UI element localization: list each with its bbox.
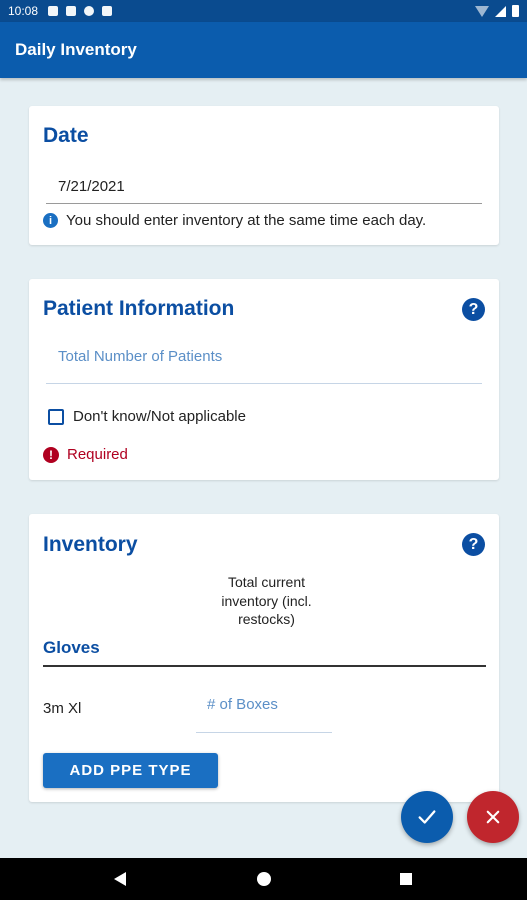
date-card: Date 7/21/2021 i You should enter invent… xyxy=(29,106,499,245)
help-icon[interactable]: ? xyxy=(462,298,485,321)
box-count-underline xyxy=(196,732,332,733)
date-field-underline xyxy=(46,203,482,204)
status-icons xyxy=(475,5,519,17)
status-bar: 10:08 xyxy=(0,0,527,22)
signal-icon xyxy=(495,5,506,17)
inventory-item-name: 3m Xl xyxy=(43,700,82,717)
inventory-card-title: Inventory xyxy=(43,533,138,556)
required-message: ! Required xyxy=(43,446,128,463)
date-info-text: You should enter inventory at the same t… xyxy=(66,212,427,229)
date-info-row: i You should enter inventory at the same… xyxy=(43,212,426,229)
required-text: Required xyxy=(67,446,128,463)
not-applicable-row[interactable]: Don't know/Not applicable xyxy=(48,408,246,425)
not-applicable-checkbox[interactable] xyxy=(48,408,64,425)
patient-card-title: Patient Information xyxy=(43,297,235,320)
total-patients-input[interactable]: Total Number of Patients xyxy=(58,348,222,365)
system-nav-bar xyxy=(0,858,527,900)
notification-icon xyxy=(84,6,95,16)
date-card-title: Date xyxy=(43,124,89,147)
back-icon[interactable] xyxy=(114,872,126,886)
section-divider xyxy=(43,665,486,667)
app-bar: Daily Inventory xyxy=(0,22,527,78)
recents-icon[interactable] xyxy=(400,873,412,885)
cancel-button[interactable] xyxy=(467,791,519,843)
error-icon: ! xyxy=(43,446,59,463)
wifi-icon xyxy=(475,5,489,17)
help-icon[interactable]: ? xyxy=(462,533,485,556)
inventory-column-header: Total current inventory (incl. restocks) xyxy=(221,574,312,627)
close-icon xyxy=(486,810,500,824)
add-ppe-type-button[interactable]: ADD PPE TYPE xyxy=(43,753,218,788)
battery-icon xyxy=(512,5,519,17)
notification-icon xyxy=(66,6,77,16)
sd-card-icon xyxy=(102,6,113,16)
date-field[interactable]: 7/21/2021 xyxy=(58,178,125,195)
home-icon[interactable] xyxy=(257,872,271,886)
notification-icon xyxy=(48,6,59,16)
box-count-input[interactable]: # of Boxes xyxy=(207,696,278,713)
patient-information-card: Patient Information ? Total Number of Pa… xyxy=(29,279,499,480)
inventory-card: Inventory ? Total current inventory (inc… xyxy=(29,514,499,802)
not-applicable-label: Don't know/Not applicable xyxy=(73,408,246,425)
check-icon xyxy=(418,810,436,824)
confirm-button[interactable] xyxy=(401,791,453,843)
status-time: 10:08 xyxy=(8,4,39,18)
ppe-section-label: Gloves xyxy=(43,638,100,657)
app-title: Daily Inventory xyxy=(15,40,137,59)
total-patients-underline xyxy=(46,383,482,384)
info-icon: i xyxy=(43,213,58,228)
